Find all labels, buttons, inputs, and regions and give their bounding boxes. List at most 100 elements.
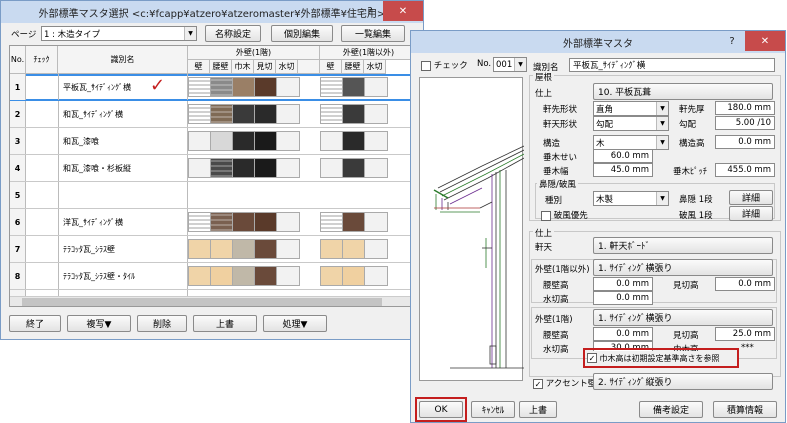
material-swatch[interactable] [254,77,278,97]
material-swatch[interactable] [276,158,300,178]
material-swatch[interactable] [210,266,234,286]
material-swatch[interactable] [320,131,344,151]
material-swatch[interactable] [210,131,234,151]
dialog-help-button[interactable]: ? [719,31,745,51]
material-swatch[interactable] [232,77,256,97]
material-swatch[interactable] [364,158,388,178]
structure-height-field[interactable]: 0.0 mm [715,135,775,149]
material-swatch[interactable] [254,266,278,286]
slope-field[interactable]: 5.00 /10 [715,116,775,130]
type-select[interactable]: 木製 ▼ [593,191,669,206]
material-swatch[interactable] [254,131,278,151]
structure-select[interactable]: 木 ▼ [593,135,669,150]
material-swatch[interactable] [342,158,366,178]
material-swatch[interactable] [320,239,344,259]
roof-finish-button[interactable]: 10. 平板瓦葺 [593,83,773,100]
material-swatch[interactable] [320,212,344,232]
row-check-cell[interactable] [26,209,58,235]
drip-height-field[interactable]: 0.0 mm [593,291,653,305]
material-swatch[interactable] [232,131,256,151]
material-swatch[interactable] [342,212,366,232]
material-swatch[interactable] [232,239,256,259]
scrollbar-thumb[interactable] [22,298,382,306]
material-swatch[interactable] [364,104,388,124]
page-select[interactable]: 1 : 木造タイプ ▼ [41,26,197,41]
row-check-cell[interactable] [26,155,58,181]
cancel-button[interactable]: ｷｬﾝｾﾙ [471,401,515,418]
soffit-button[interactable]: 1. 軒天ﾎﾞｰﾄﾞ [593,237,773,254]
material-swatch[interactable] [210,158,234,178]
table-row[interactable]: 1 平板瓦_ｻｲﾃﾞｨﾝｸﾞ横 ✓ [10,74,416,101]
material-swatch[interactable] [320,158,344,178]
material-swatch[interactable] [342,104,366,124]
table-row[interactable]: 6 洋瓦_ｻｲﾃﾞｨﾝｸﾞ横 [10,209,416,236]
material-swatch[interactable] [342,266,366,286]
no-select[interactable]: 001 ▼ [493,57,527,72]
material-swatch[interactable] [188,131,212,151]
process-button[interactable]: 処理▼ [263,315,327,332]
material-swatch[interactable] [342,239,366,259]
material-swatch[interactable] [276,212,300,232]
check-checkbox[interactable]: チェック [421,59,468,71]
material-swatch[interactable] [232,158,256,178]
table-row[interactable]: 4 和瓦_漆喰・杉板縦 [10,155,416,182]
table-row[interactable]: 2 和瓦_ｻｲﾃﾞｨﾝｸﾞ横 [10,101,416,128]
rafter-width-field[interactable]: 45.0 mm [593,163,653,177]
close-button[interactable]: ✕ [383,1,423,21]
name-field[interactable]: 平板瓦_ｻｲﾃﾞｨﾝｸﾞ横 [569,58,775,72]
accent-wall-checkbox[interactable]: ✓ アクセント壁 [533,377,596,389]
note-setting-button[interactable]: 備考設定 [639,401,703,418]
parting-height1-field[interactable]: 25.0 mm [715,327,775,341]
material-swatch[interactable] [188,212,212,232]
dialog-overwrite-button[interactable]: 上書 [519,401,557,418]
parting-height-field[interactable]: 0.0 mm [715,277,775,291]
edit-individual-button[interactable]: 個別編集 [271,25,333,42]
dado-height1-field[interactable]: 0.0 mm [593,327,653,341]
rafter-pitch-field[interactable]: 455.0 mm [715,163,775,177]
material-swatch[interactable] [188,104,212,124]
barge-detail-button[interactable]: 詳細 [729,206,773,221]
material-swatch[interactable] [364,266,388,286]
material-swatch[interactable] [276,77,300,97]
table-row[interactable]: 5 [10,182,416,209]
row-check-cell[interactable] [26,182,58,208]
material-swatch[interactable] [364,239,388,259]
dado-height-field[interactable]: 0.0 mm [593,277,653,291]
delete-button[interactable]: 削除 [137,315,187,332]
fascia-detail-button[interactable]: 詳細 [729,190,773,205]
material-swatch[interactable] [232,266,256,286]
edit-list-button[interactable]: 一覧編集 [341,25,405,42]
accent-wall-button[interactable]: 2. ｻｲﾃﾞｨﾝｸﾞ縦張り [593,373,773,390]
material-swatch[interactable] [342,77,366,97]
row-check-cell[interactable] [26,101,58,127]
overwrite-button[interactable]: 上書 [193,315,257,332]
dialog-close-button[interactable]: ✕ [745,31,785,51]
material-swatch[interactable] [320,104,344,124]
barge-priority-checkbox[interactable]: 破風優先 [541,209,588,221]
material-swatch[interactable] [232,104,256,124]
material-swatch[interactable] [188,158,212,178]
material-swatch[interactable] [210,77,234,97]
material-swatch[interactable] [320,266,344,286]
material-swatch[interactable] [210,239,234,259]
material-swatch[interactable] [320,77,344,97]
row-check-cell[interactable] [26,128,58,154]
eave-thick-field[interactable]: 180.0 mm [715,101,775,115]
material-swatch[interactable] [276,131,300,151]
material-swatch[interactable] [276,239,300,259]
table-row[interactable]: 3 和瓦_漆喰 [10,128,416,155]
material-swatch[interactable] [254,239,278,259]
eave-shape-select[interactable]: 直角 ▼ [593,101,669,116]
material-swatch[interactable] [188,266,212,286]
wall-other-button[interactable]: 1. ｻｲﾃﾞｨﾝｸﾞ横張り [593,259,773,276]
material-swatch[interactable] [254,104,278,124]
table-row[interactable]: 8 ﾃﾗｺｯﾀ瓦_ｼﾗｽ壁・ﾀｲﾙ [10,263,416,290]
copy-button[interactable]: 複写▼ [67,315,131,332]
rafter-height-field[interactable]: 60.0 mm [593,149,653,163]
material-swatch[interactable] [364,77,388,97]
wall1-button[interactable]: 1. ｻｲﾃﾞｨﾝｸﾞ横張り [593,309,773,326]
row-check-cell[interactable] [26,74,58,100]
material-swatch[interactable] [254,212,278,232]
material-swatch[interactable] [342,131,366,151]
material-swatch[interactable] [232,212,256,232]
